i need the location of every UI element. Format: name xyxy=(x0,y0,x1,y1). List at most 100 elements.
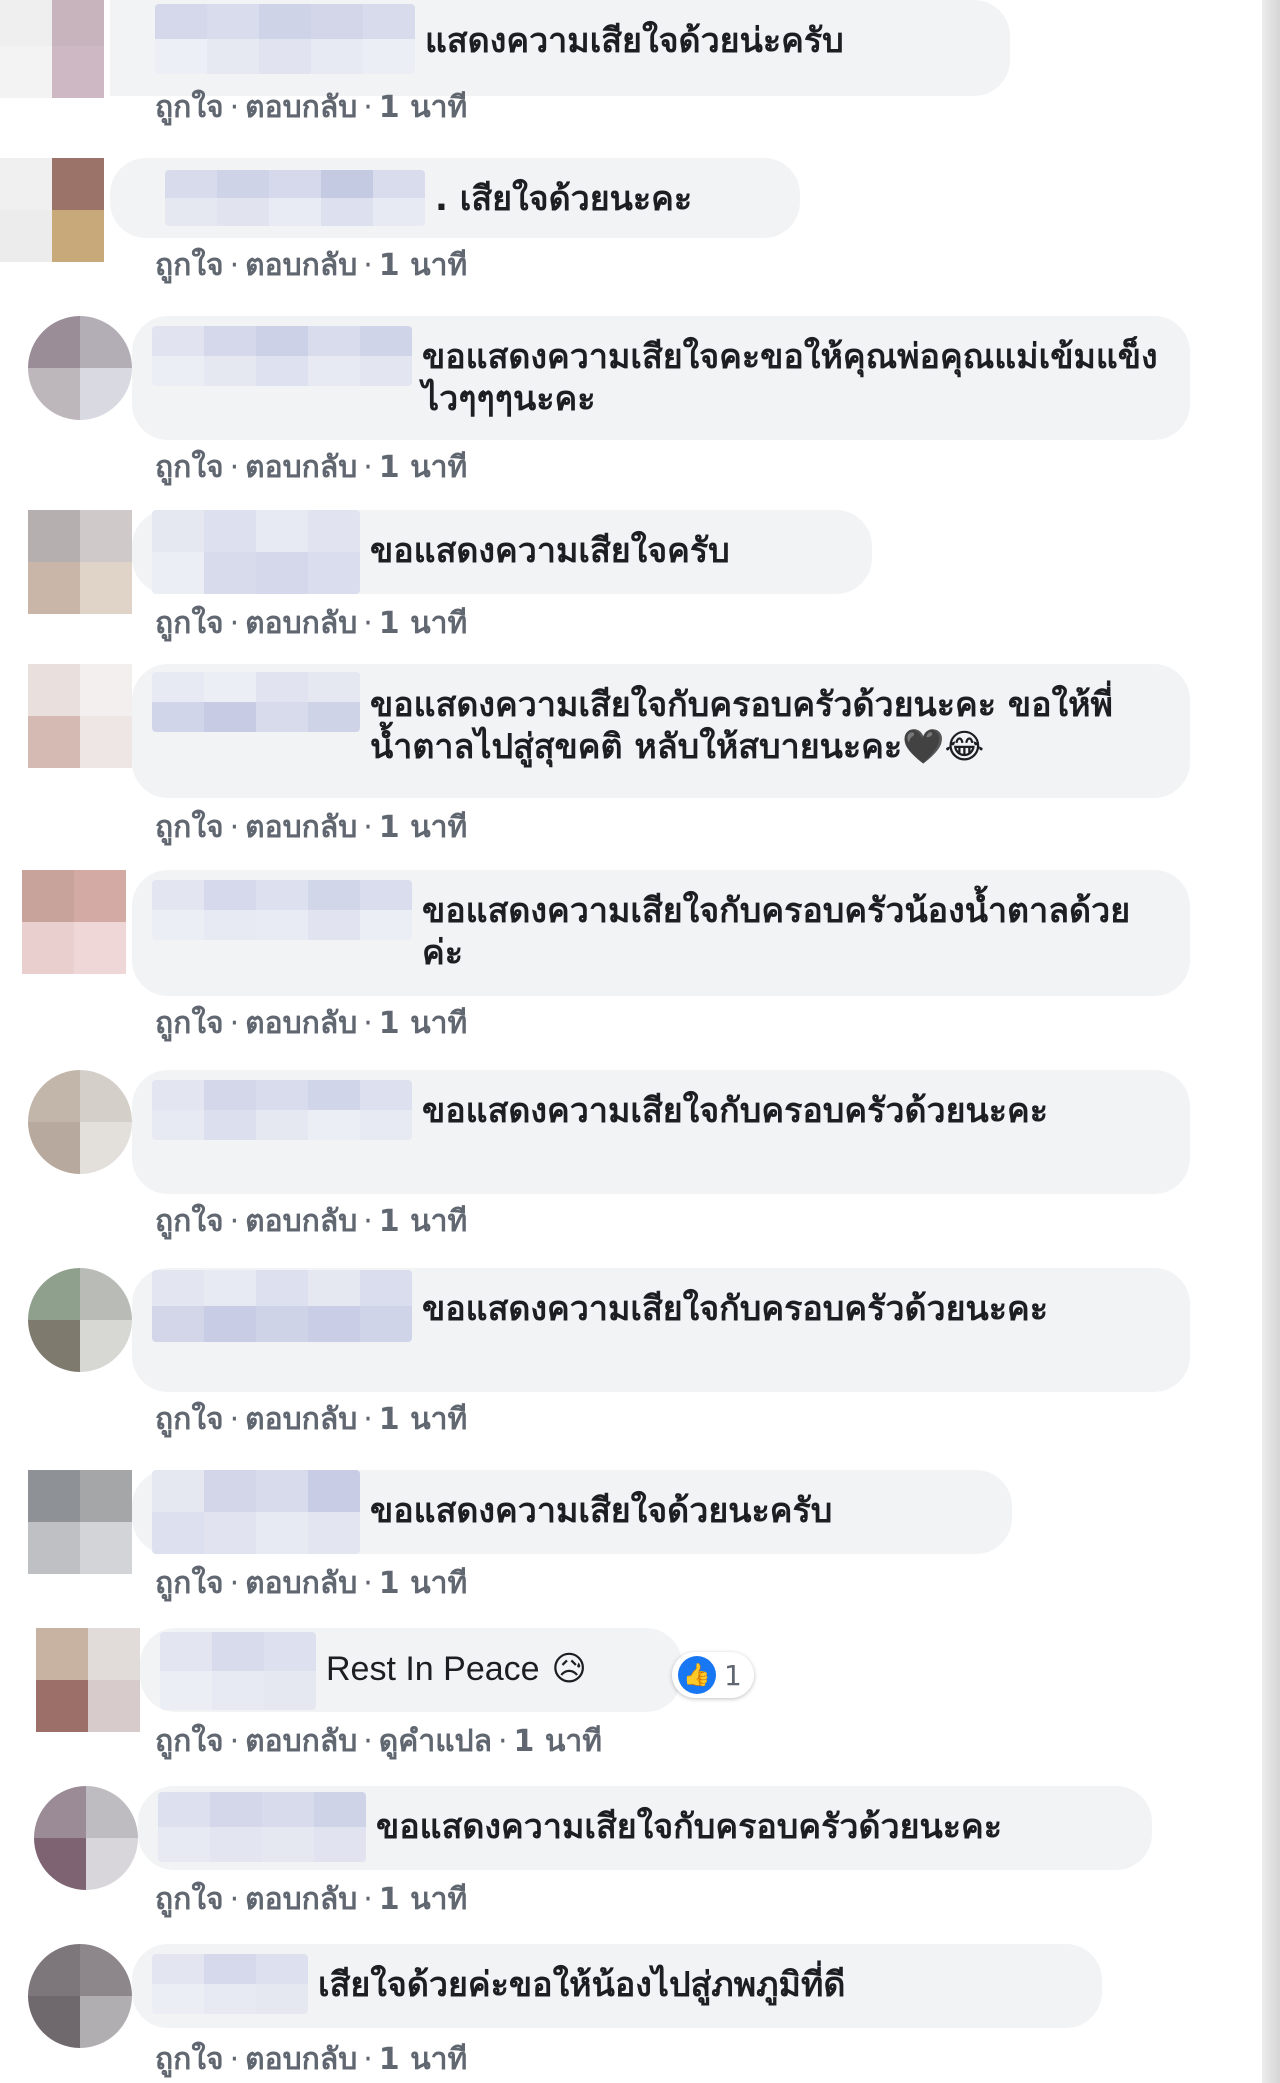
comment-bubble: ขอแสดงความเสียใจครับ xyxy=(132,510,872,594)
like-link[interactable]: ถูกใจ xyxy=(155,248,224,283)
avatar[interactable] xyxy=(28,316,132,420)
comment-text: Rest In Peace xyxy=(326,1650,540,1688)
reply-link[interactable]: ตอบกลับ xyxy=(245,1566,357,1601)
redacted-username[interactable] xyxy=(158,1792,366,1862)
avatar[interactable] xyxy=(28,1470,132,1574)
comment-bubble: ขอแสดงความเสียใจกับครอบครัวน้องน้ำตาลด้ว… xyxy=(132,870,1190,996)
comment-text: ขอแสดงความเสียใจครับ xyxy=(370,531,730,571)
timestamp[interactable]: 1 นาที xyxy=(379,90,467,125)
comment-actions: ถูกใจ · ตอบกลับ · 1 นาที xyxy=(155,606,468,641)
redacted-username[interactable] xyxy=(152,510,360,594)
like-link[interactable]: ถูกใจ xyxy=(155,1566,224,1601)
like-link[interactable]: ถูกใจ xyxy=(155,1882,224,1917)
avatar[interactable] xyxy=(28,1268,132,1372)
comment-actions: ถูกใจ · ตอบกลับ · 1 นาที xyxy=(155,1566,468,1601)
avatar[interactable] xyxy=(28,664,132,768)
comment-actions: ถูกใจ · ตอบกลับ · 1 นาที xyxy=(155,1882,468,1917)
comment-text: . เสียใจด้วยนะคะ xyxy=(435,179,693,219)
timestamp[interactable]: 1 นาที xyxy=(379,810,467,845)
timestamp[interactable]: 1 นาที xyxy=(379,450,467,485)
comment-text: ขอแสดงความเสียใจกับครอบครัวด้วยนะคะ xyxy=(422,1289,1049,1329)
see-translation-link[interactable]: ดูคำแปล xyxy=(379,1724,492,1759)
avatar[interactable] xyxy=(28,510,132,614)
redacted-username[interactable] xyxy=(152,1470,360,1554)
avatar[interactable] xyxy=(34,1786,138,1890)
redacted-username[interactable] xyxy=(160,1632,316,1710)
reply-link[interactable]: ตอบกลับ xyxy=(245,1882,357,1917)
timestamp[interactable]: 1 นาที xyxy=(379,1566,467,1601)
redacted-username[interactable] xyxy=(152,1080,412,1140)
redacted-username[interactable] xyxy=(152,326,412,386)
comment-text: ขอแสดงความเสียใจกับครอบครัวด้วยนะคะ xyxy=(376,1807,1003,1847)
timestamp[interactable]: 1 นาที xyxy=(379,1882,467,1917)
like-link[interactable]: ถูกใจ xyxy=(155,450,224,485)
redacted-username[interactable] xyxy=(152,880,412,940)
comment-bubble: Rest In Peace 😥 xyxy=(140,1628,682,1712)
avatar[interactable] xyxy=(0,158,104,262)
timestamp[interactable]: 1 นาที xyxy=(379,1006,467,1041)
comment-bubble: เสียใจด้วยค่ะขอให้น้องไปสู่ภพภูมิที่ดี xyxy=(132,1944,1102,2028)
comment-bubble: ขอแสดงความเสียใจกับครอบครัวด้วยนะคะ ขอให… xyxy=(132,664,1190,798)
like-link[interactable]: ถูกใจ xyxy=(155,1204,224,1239)
reply-link[interactable]: ตอบกลับ xyxy=(245,1204,357,1239)
comment-bubble: ขอแสดงความเสียใจกับครอบครัวด้วยนะคะ xyxy=(138,1786,1152,1870)
reply-link[interactable]: ตอบกลับ xyxy=(245,1724,357,1759)
comment-bubble: ขอแสดงความเสียใจกับครอบครัวด้วยนะคะ xyxy=(132,1070,1190,1194)
timestamp[interactable]: 1 นาที xyxy=(379,2042,467,2077)
like-link[interactable]: ถูกใจ xyxy=(155,2042,224,2077)
like-link[interactable]: ถูกใจ xyxy=(155,810,224,845)
avatar[interactable] xyxy=(22,870,126,974)
like-link[interactable]: ถูกใจ xyxy=(155,1402,224,1437)
redacted-username[interactable] xyxy=(165,170,425,226)
timestamp[interactable]: 1 นาที xyxy=(379,248,467,283)
comment-actions: ถูกใจ · ตอบกลับ · 1 นาที xyxy=(155,1204,468,1239)
timestamp[interactable]: 1 นาที xyxy=(379,1204,467,1239)
like-link[interactable]: ถูกใจ xyxy=(155,1724,224,1759)
comment-actions: ถูกใจ · ตอบกลับ · 1 นาที xyxy=(155,248,468,283)
comment-bubble: แสดงความเสียใจด้วยน่ะครับ xyxy=(110,0,1010,96)
redacted-username[interactable] xyxy=(152,672,360,732)
comment-text: เสียใจด้วยค่ะขอให้น้องไปสู่ภพภูมิที่ดี xyxy=(318,1965,846,2005)
timestamp[interactable]: 1 นาที xyxy=(379,606,467,641)
comment-actions: ถูกใจ · ตอบกลับ · 1 นาที xyxy=(155,2042,468,2077)
like-link[interactable]: ถูกใจ xyxy=(155,90,224,125)
redacted-username[interactable] xyxy=(152,1270,412,1342)
crying-emoji: 😥 xyxy=(551,1649,587,1689)
reply-link[interactable]: ตอบกลับ xyxy=(245,810,357,845)
comment-bubble: . เสียใจด้วยนะคะ xyxy=(110,158,800,238)
reply-link[interactable]: ตอบกลับ xyxy=(245,1006,357,1041)
reply-link[interactable]: ตอบกลับ xyxy=(245,248,357,283)
comment-text: ขอแสดงความเสียใจด้วยนะครับ xyxy=(370,1491,833,1531)
like-link[interactable]: ถูกใจ xyxy=(155,1006,224,1041)
like-link[interactable]: ถูกใจ xyxy=(155,606,224,641)
comment-text: ขอแสดงความเสียใจกับครอบครัวด้วยนะคะ ขอให… xyxy=(370,685,1113,767)
reply-link[interactable]: ตอบกลับ xyxy=(245,90,357,125)
reply-link[interactable]: ตอบกลับ xyxy=(245,1402,357,1437)
comment-actions: ถูกใจ · ตอบกลับ · ดูคำแปล · 1 นาที xyxy=(155,1724,602,1759)
reply-link[interactable]: ตอบกลับ xyxy=(245,450,357,485)
comment-bubble: ขอแสดงความเสียใจกับครอบครัวด้วยนะคะ xyxy=(132,1268,1190,1392)
comment-text: แสดงความเสียใจด้วยน่ะครับ xyxy=(425,21,844,61)
thumbs-up-icon: 👍 xyxy=(678,1656,716,1694)
comment-text: ขอแสดงความเสียใจกับครอบครัวน้องน้ำตาลด้ว… xyxy=(422,891,1131,973)
comment-actions: ถูกใจ · ตอบกลับ · 1 นาที xyxy=(155,1006,468,1041)
avatar[interactable] xyxy=(0,0,104,98)
reaction-count[interactable]: 👍 1 xyxy=(672,1652,754,1698)
comment-bubble: ขอแสดงความเสียใจด้วยนะครับ xyxy=(132,1470,1012,1554)
comment-actions: ถูกใจ · ตอบกลับ · 1 นาที xyxy=(155,450,468,485)
window-edge-shade xyxy=(1262,0,1280,2083)
comment-text: ขอแสดงความเสียใจกับครอบครัวด้วยนะคะ xyxy=(422,1091,1049,1131)
comment-bubble: ขอแสดงความเสียใจคะขอให้คุณพ่อคุณแม่เข้มแ… xyxy=(132,316,1190,440)
comment-actions: ถูกใจ · ตอบกลับ · 1 นาที xyxy=(155,1402,468,1437)
avatar[interactable] xyxy=(28,1070,132,1174)
reply-link[interactable]: ตอบกลับ xyxy=(245,2042,357,2077)
reply-link[interactable]: ตอบกลับ xyxy=(245,606,357,641)
avatar[interactable] xyxy=(36,1628,140,1732)
redacted-username[interactable] xyxy=(155,4,415,74)
timestamp[interactable]: 1 นาที xyxy=(379,1402,467,1437)
comment-actions: ถูกใจ · ตอบกลับ · 1 นาที xyxy=(155,90,468,125)
comment-actions: ถูกใจ · ตอบกลับ · 1 นาที xyxy=(155,810,468,845)
redacted-username[interactable] xyxy=(152,1954,308,2014)
timestamp[interactable]: 1 นาที xyxy=(514,1724,602,1759)
avatar[interactable] xyxy=(28,1944,132,2048)
